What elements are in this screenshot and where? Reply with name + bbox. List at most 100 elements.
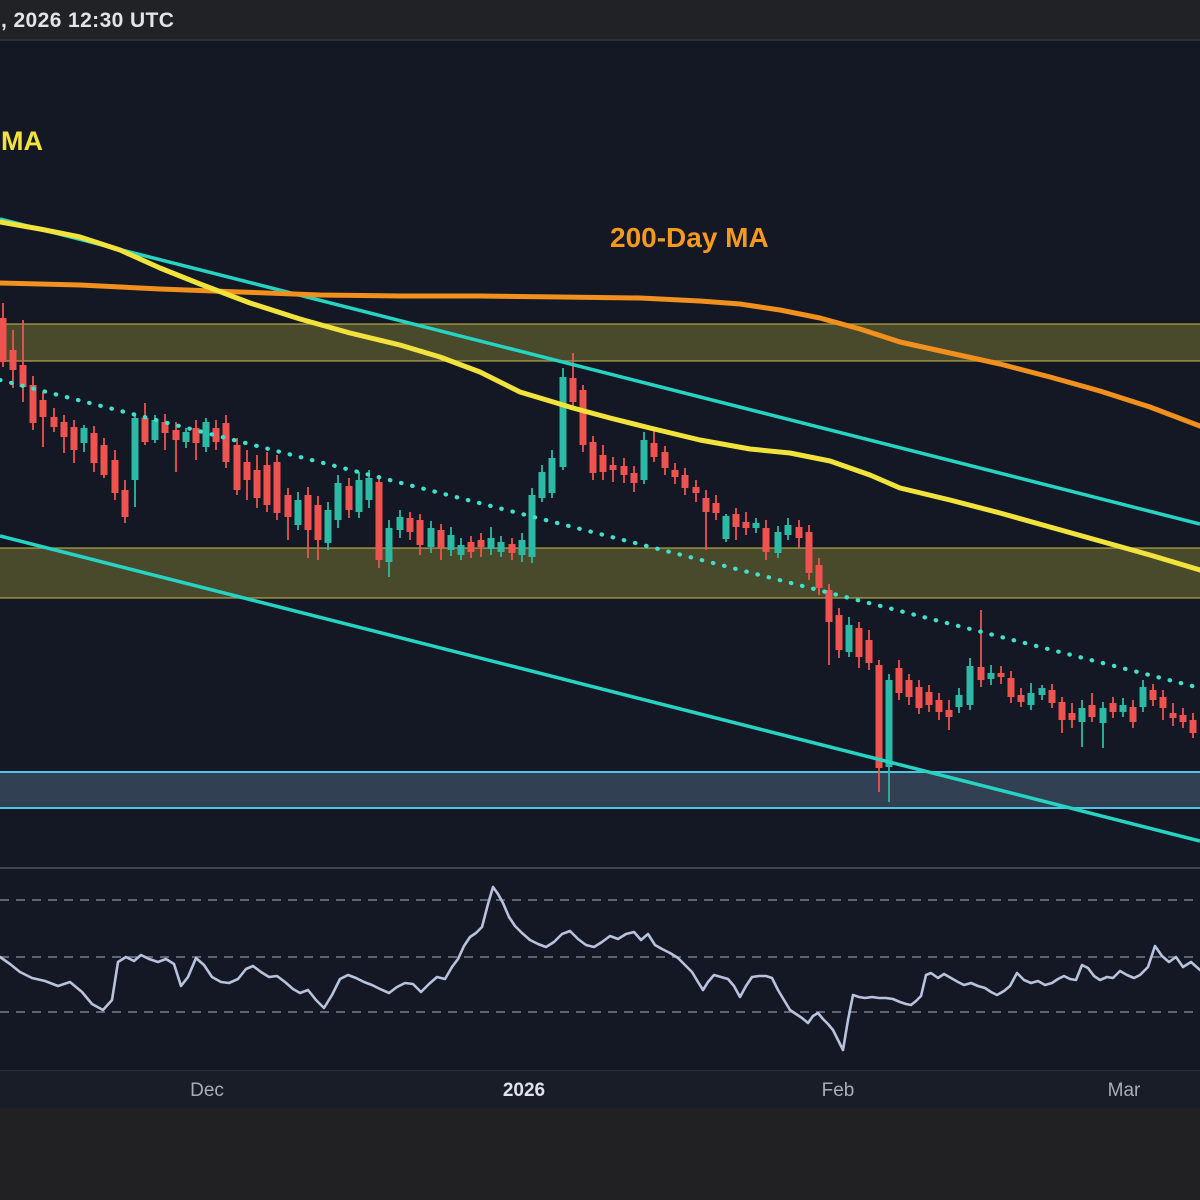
ma50-line xyxy=(0,222,1200,570)
moving-averages xyxy=(0,222,1200,570)
candle-bear xyxy=(836,615,843,650)
candle-bear xyxy=(193,428,200,443)
candle-bull xyxy=(549,458,556,493)
candle-bear xyxy=(10,350,17,370)
candle-bull xyxy=(152,420,159,440)
candle-bear xyxy=(112,460,119,493)
candle-bear xyxy=(580,390,587,445)
candle-bull xyxy=(488,538,495,549)
candle-bear xyxy=(1110,703,1117,712)
candle-bear xyxy=(417,520,424,545)
ma50-label: MA xyxy=(1,126,43,157)
candle-bear xyxy=(254,470,261,498)
candle-bear xyxy=(285,495,292,517)
candle-bear xyxy=(438,530,445,548)
candle-bear xyxy=(61,422,68,437)
candle-bear xyxy=(407,518,414,532)
candle-bear xyxy=(40,400,47,417)
candle-bull xyxy=(203,422,210,447)
candle-bear xyxy=(713,503,720,513)
candle-bull xyxy=(1100,708,1107,723)
candle-bear xyxy=(1130,707,1137,722)
candle-bear xyxy=(20,365,27,387)
candle-bear xyxy=(896,668,903,693)
candle-bull xyxy=(428,528,435,547)
candle-bull xyxy=(785,525,792,535)
candle-bull xyxy=(1079,708,1086,722)
candle-bear xyxy=(30,385,37,423)
candle-bear xyxy=(703,498,710,512)
candle-bear xyxy=(244,462,251,480)
candle-bull xyxy=(295,500,302,525)
candle-bear xyxy=(866,640,873,663)
candle-bull xyxy=(1140,687,1147,707)
candle-bull xyxy=(366,478,373,500)
candle-bear xyxy=(590,442,597,473)
candle-bull xyxy=(539,472,546,498)
candle-bear xyxy=(662,452,669,468)
candle-bear xyxy=(806,532,813,573)
candle-bear xyxy=(733,514,740,527)
candle-bull xyxy=(498,542,505,552)
candle-bear xyxy=(631,473,638,483)
candle-bear xyxy=(672,470,679,477)
candle-bear xyxy=(1190,720,1197,733)
candle-bear xyxy=(1170,713,1177,718)
candle-bear xyxy=(305,495,312,530)
candle-bear xyxy=(1018,695,1025,702)
candle-bull xyxy=(753,523,760,528)
support-zone-lower xyxy=(0,772,1200,808)
candle-bear xyxy=(234,445,241,490)
channel-median-dotted-line xyxy=(0,380,1200,688)
candle-bear xyxy=(796,527,803,538)
candle-bull xyxy=(397,517,404,530)
support-zone-mid xyxy=(0,548,1200,598)
resistance-zone-upper xyxy=(0,324,1200,361)
candle-bull xyxy=(81,428,88,443)
candle-bear xyxy=(763,528,770,552)
candle-bull xyxy=(956,695,963,707)
candle-bear xyxy=(468,542,475,552)
candle-bear xyxy=(600,455,607,472)
candle-bear xyxy=(376,482,383,560)
candle-bear xyxy=(621,466,628,475)
candle-bull xyxy=(988,673,995,679)
candle-bear xyxy=(1049,690,1056,703)
candle-bear xyxy=(916,687,923,708)
rsi-line xyxy=(0,887,1200,1050)
candle-bull xyxy=(519,540,526,555)
candle-bull xyxy=(641,440,648,480)
candle-bear xyxy=(816,565,823,588)
candle-bear xyxy=(826,590,833,622)
candle-bear xyxy=(1089,705,1096,717)
candle-bull xyxy=(560,377,567,467)
candle-bear xyxy=(51,417,58,427)
candle-bull xyxy=(335,483,342,520)
candle-bear xyxy=(682,475,689,488)
candle-bear xyxy=(264,465,271,505)
candle-bear xyxy=(926,692,933,705)
candle-bear xyxy=(1180,715,1187,722)
candle-bear xyxy=(978,667,985,680)
candle-bull xyxy=(458,545,465,555)
candle-bear xyxy=(651,443,658,457)
candle-bear xyxy=(1069,713,1076,720)
candle-bear xyxy=(509,544,516,553)
candle-bear xyxy=(315,505,322,540)
candle-bear xyxy=(936,700,943,712)
trend-channel xyxy=(0,219,1200,841)
ma200-label: 200-Day MA xyxy=(610,222,769,254)
candle-bull xyxy=(775,532,782,553)
candle-bear xyxy=(71,427,78,450)
candle-bear xyxy=(346,486,353,510)
candle-bear xyxy=(1008,678,1015,697)
candle-bear xyxy=(570,378,577,402)
candle-bull xyxy=(529,495,536,557)
candle-bull xyxy=(325,510,332,543)
chart-canvas[interactable] xyxy=(0,0,1200,1200)
candle-bear xyxy=(173,430,180,440)
candle-bear xyxy=(946,710,953,717)
candle-bull xyxy=(1039,688,1046,695)
candle-bear xyxy=(1150,690,1157,700)
candle-bear xyxy=(0,318,7,362)
